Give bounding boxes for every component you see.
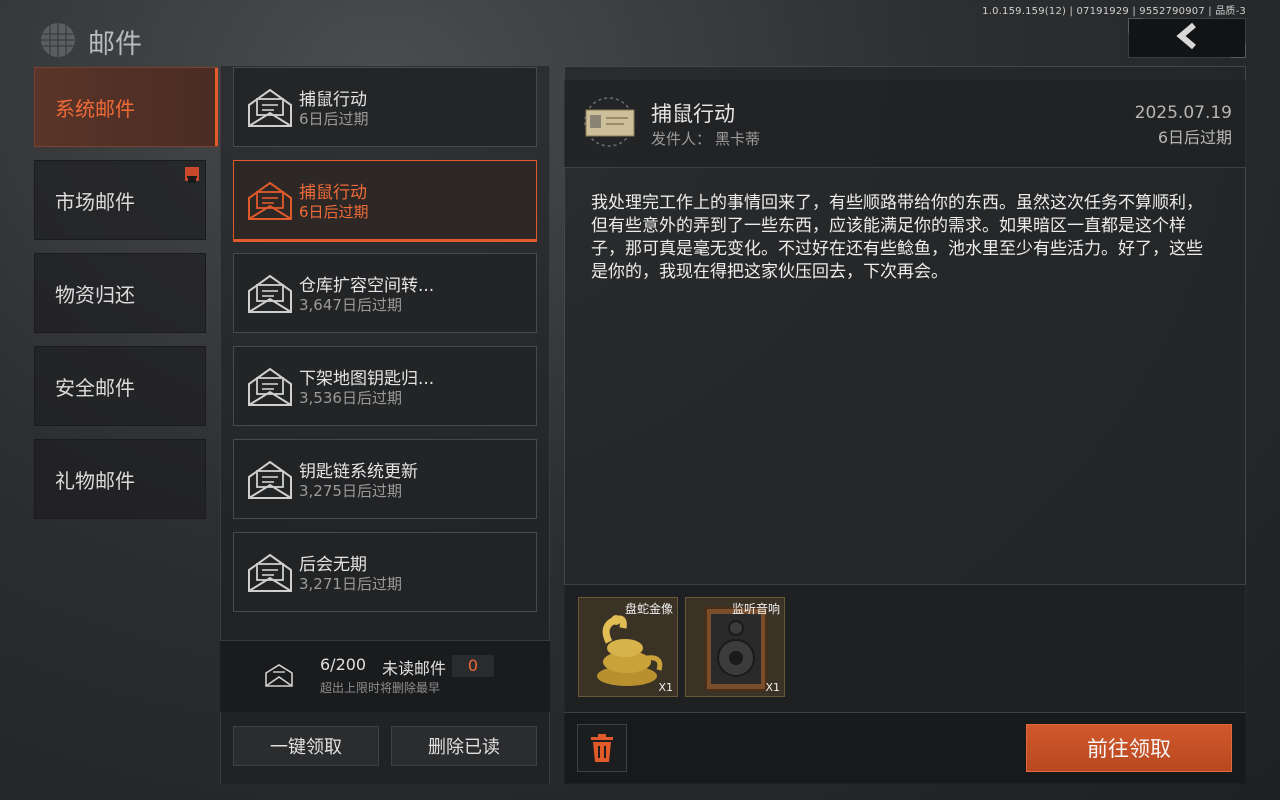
mail-title: 捕鼠行动 <box>299 183 367 203</box>
category-label: 物资归还 <box>55 282 135 307</box>
chevron-left-icon <box>1174 22 1200 54</box>
unread-count: 0 <box>452 655 494 677</box>
mail-expiry: 3,275日后过期 <box>299 482 402 500</box>
mail-stack-icon <box>265 664 293 687</box>
category-gift-mail[interactable]: 礼物邮件 <box>34 439 206 519</box>
mail-title: 后会无期 <box>299 555 367 575</box>
category-supply-return[interactable]: 物资归还 <box>34 253 206 333</box>
mail-globe-icon <box>36 20 80 60</box>
go-claim-label: 前往领取 <box>1087 737 1171 761</box>
delete-read-button[interactable]: 删除已读 <box>391 726 537 766</box>
delete-mail-button[interactable] <box>577 724 627 772</box>
mail-date: 2025.07.19 <box>1134 103 1232 123</box>
sender-label: 发件人： <box>651 130 712 148</box>
attachment-name: 监听音响 <box>731 602 780 616</box>
category-security-mail[interactable]: 安全邮件 <box>34 346 206 426</box>
category-label: 礼物邮件 <box>55 468 135 493</box>
sender-name: 黑卡蒂 <box>715 130 761 148</box>
attachment-item[interactable]: 监听音响 X1 <box>685 597 785 697</box>
go-claim-button[interactable]: 前往领取 <box>1026 724 1232 772</box>
page-title: 邮件 <box>88 29 142 60</box>
envelope-icon <box>248 367 292 406</box>
unread-label: 未读邮件 <box>382 659 447 678</box>
mail-list-item[interactable]: 捕鼠行动 6日后过期 <box>233 67 537 147</box>
mail-expiry: 3,271日后过期 <box>299 575 402 593</box>
mail-list-item[interactable]: 钥匙链系统更新 3,275日后过期 <box>233 439 537 519</box>
mail-expiry: 6日后过期 <box>299 110 369 128</box>
mail-title: 下架地图钥匙归... <box>299 369 435 389</box>
attachment-item[interactable]: 盘蛇金像 X1 <box>578 597 678 697</box>
category-label: 系统邮件 <box>55 96 135 121</box>
delete-read-label: 删除已读 <box>428 737 500 758</box>
mail-body-text: 我处理完工作上的事情回来了，有些顺路带给你的东西。虽然这次任务不算顺利，但有些意… <box>591 193 1203 282</box>
attachment-name: 盘蛇金像 <box>624 602 673 616</box>
letter-stamp-icon <box>584 97 635 147</box>
attachment-quantity: X1 <box>765 681 780 694</box>
category-label: 安全邮件 <box>55 375 135 400</box>
envelope-icon <box>248 88 292 127</box>
mail-title: 捕鼠行动 <box>299 90 367 110</box>
version-text: 1.0.159.159(12) | 07191929 | 9552790907 … <box>982 6 1246 17</box>
back-button[interactable] <box>1128 18 1246 58</box>
mail-list-item[interactable]: 后会无期 3,271日后过期 <box>233 532 537 612</box>
claim-all-label: 一键领取 <box>270 737 342 758</box>
attachment-quantity: X1 <box>658 681 673 694</box>
envelope-icon <box>248 553 292 592</box>
claim-all-button[interactable]: 一键领取 <box>233 726 379 766</box>
mail-count: 6/200 <box>320 655 367 674</box>
mail-title: 钥匙链系统更新 <box>299 462 418 482</box>
mail-detail-title: 捕鼠行动 <box>651 102 735 126</box>
mail-detail-expiry: 6日后过期 <box>1157 128 1232 147</box>
envelope-icon <box>248 274 292 313</box>
mail-limit-note: 超出上限时将删除最早 <box>320 681 441 695</box>
mail-list-item[interactable]: 仓库扩容空间转... 3,647日后过期 <box>233 253 537 333</box>
trash-icon <box>591 734 613 762</box>
category-market-mail[interactable]: 市场邮件 <box>34 160 206 240</box>
category-label: 市场邮件 <box>55 189 135 214</box>
category-system-mail[interactable]: 系统邮件 <box>34 67 218 147</box>
mail-title: 仓库扩容空间转... <box>299 276 435 296</box>
mail-expiry: 3,647日后过期 <box>299 296 402 314</box>
mail-expiry: 3,536日后过期 <box>299 389 402 407</box>
mail-list-item-selected[interactable]: 捕鼠行动 6日后过期 <box>233 160 537 242</box>
envelope-icon <box>248 460 292 499</box>
mail-expiry: 6日后过期 <box>299 203 369 221</box>
envelope-icon <box>248 181 292 220</box>
gift-badge-icon <box>185 167 199 183</box>
mail-list-item[interactable]: 下架地图钥匙归... 3,536日后过期 <box>233 346 537 426</box>
